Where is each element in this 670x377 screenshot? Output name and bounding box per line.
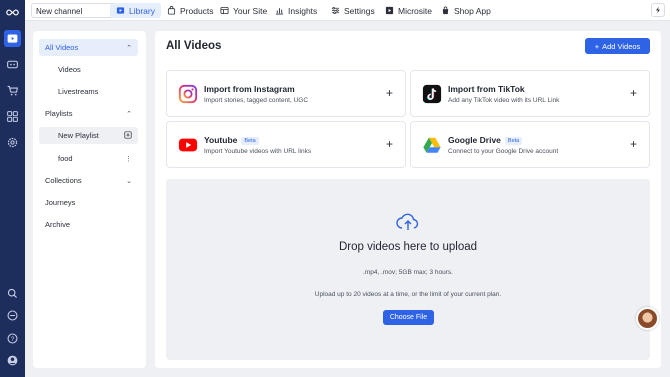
sidebar-item-new-playlist[interactable]: New Playlist <box>39 127 138 144</box>
nav-label: Insights <box>288 5 318 16</box>
card-title: Import from Instagram <box>204 84 295 94</box>
card-title-text: Google Drive <box>448 135 501 145</box>
nav-label: Products <box>180 5 214 16</box>
sidebar-item-label: Collections <box>45 176 82 185</box>
nav-label: Library <box>129 5 155 16</box>
sidebar-item-label: Videos <box>58 65 81 74</box>
left-rail: ? <box>0 0 25 377</box>
card-title: Import from TikTok <box>448 84 525 94</box>
nav-microsite[interactable]: Microsite <box>379 3 438 18</box>
library-sidebar: All Videos ⌃ Videos Livestreams Playlist… <box>33 31 146 368</box>
sidebar-item-playlists[interactable]: Playlists ⌃ <box>39 105 138 122</box>
google-drive-icon <box>421 134 443 156</box>
channel-label: New channel <box>36 7 83 16</box>
sidebar-item-label: Journeys <box>45 198 76 207</box>
beta-badge: Beta <box>241 136 259 145</box>
nav-label: Your Site <box>233 5 268 16</box>
import-google-drive-card[interactable]: Google Drive Beta Connect to your Google … <box>410 121 650 168</box>
infinity-logo-icon[interactable] <box>5 5 20 20</box>
message-icon[interactable] <box>5 308 20 323</box>
sidebar-item-label: Archive <box>45 220 71 229</box>
chevron-up-icon[interactable]: ⌃ <box>126 110 132 118</box>
nav-label: Microsite <box>398 5 433 16</box>
plus-icon: + <box>594 41 600 51</box>
import-youtube-card[interactable]: Youtube Beta Import Youtube videos with U… <box>166 121 406 168</box>
drop-title: Drop videos here to upload <box>338 241 478 253</box>
add-videos-label: Add Videos <box>602 41 641 51</box>
card-title: Youtube Beta <box>204 135 259 145</box>
gear-icon[interactable] <box>5 135 20 150</box>
tiktok-icon <box>421 83 443 105</box>
sidebar-item-label: All Videos <box>45 43 79 52</box>
sidebar-item-videos[interactable]: Videos <box>39 61 138 78</box>
plus-icon[interactable]: + <box>630 137 637 151</box>
card-title-text: Youtube <box>204 135 238 145</box>
card-description: Connect to your Google Drive account <box>448 148 559 155</box>
sliders-icon <box>331 6 340 15</box>
card-title: Google Drive Beta <box>448 135 523 145</box>
plus-icon[interactable]: + <box>386 86 393 100</box>
beta-badge: Beta <box>504 136 523 145</box>
cloud-upload-icon <box>396 212 420 232</box>
sidebar-item-label: Playlists <box>45 109 73 118</box>
import-instagram-card[interactable]: Import from Instagram Import stories, ta… <box>166 70 406 117</box>
chat-icon[interactable] <box>5 57 20 72</box>
top-bar: New channel ⌄ Library Products Your Site… <box>25 0 670 21</box>
library-icon <box>116 7 125 14</box>
choose-file-button[interactable]: Choose File <box>383 310 434 325</box>
user-icon[interactable] <box>5 353 20 368</box>
nav-library[interactable]: Library <box>110 3 161 18</box>
nav-shop-app[interactable]: Shop App <box>435 3 497 18</box>
main-content: All Videos + Add Videos Import from Inst… <box>155 31 661 368</box>
grid-icon[interactable] <box>5 109 20 124</box>
nav-your-site[interactable]: Your Site <box>214 3 273 18</box>
play-square-icon <box>385 6 394 15</box>
cart-icon[interactable] <box>5 83 20 98</box>
chart-icon <box>275 8 284 15</box>
drop-formats: .mp4, .mov; 5GB max; 3 hours. <box>363 269 453 276</box>
sidebar-item-label: Livestreams <box>58 87 99 96</box>
site-icon <box>220 6 229 15</box>
play-icon[interactable] <box>4 30 21 47</box>
nav-settings[interactable]: Settings <box>325 3 381 18</box>
sidebar-item-collections[interactable]: Collections ⌄ <box>39 172 138 189</box>
help-icon[interactable]: ? <box>5 331 20 346</box>
search-icon[interactable] <box>5 286 20 301</box>
upload-drop-zone[interactable]: Drop videos here to upload .mp4, .mov; 5… <box>166 179 650 360</box>
import-tiktok-card[interactable]: Import from TikTok Add any TikTok video … <box>410 70 650 117</box>
sidebar-item-label: food <box>58 154 73 163</box>
drop-limit: Upload up to 20 videos at a time, or the… <box>314 291 502 298</box>
card-description: Import stories, tagged content, UGC <box>204 97 309 104</box>
nav-label: Settings <box>344 5 375 16</box>
sidebar-item-journeys[interactable]: Journeys <box>39 194 138 211</box>
sidebar-item-food[interactable]: food ⋮ <box>39 150 138 167</box>
instagram-icon <box>177 83 199 105</box>
add-square-icon[interactable] <box>124 130 132 141</box>
sidebar-item-livestreams[interactable]: Livestreams <box>39 83 138 100</box>
sidebar-item-all-videos[interactable]: All Videos ⌃ <box>39 39 138 56</box>
chevron-up-icon[interactable]: ⌃ <box>126 44 132 52</box>
support-avatar[interactable] <box>636 307 659 330</box>
sidebar-item-label: New Playlist <box>58 131 99 140</box>
nav-label: Shop App <box>454 5 491 16</box>
card-description: Import Youtube videos with URL links <box>204 148 312 155</box>
svg-text:?: ? <box>11 336 15 343</box>
plus-icon[interactable]: + <box>630 86 637 100</box>
sidebar-item-archive[interactable]: Archive <box>39 216 138 233</box>
nav-insights[interactable]: Insights <box>269 3 323 18</box>
bag-icon <box>167 6 176 15</box>
bolt-icon[interactable] <box>651 3 665 17</box>
more-vertical-icon[interactable]: ⋮ <box>125 155 132 163</box>
shop-icon <box>442 6 449 15</box>
nav-products[interactable]: Products <box>161 3 220 18</box>
card-description: Add any TikTok video with its URL Link <box>448 97 560 104</box>
plus-icon[interactable]: + <box>386 137 393 151</box>
chevron-down-icon[interactable]: ⌄ <box>126 177 132 185</box>
add-videos-button[interactable]: + Add Videos <box>585 38 650 54</box>
page-title: All Videos <box>166 40 222 52</box>
youtube-icon <box>177 134 199 156</box>
